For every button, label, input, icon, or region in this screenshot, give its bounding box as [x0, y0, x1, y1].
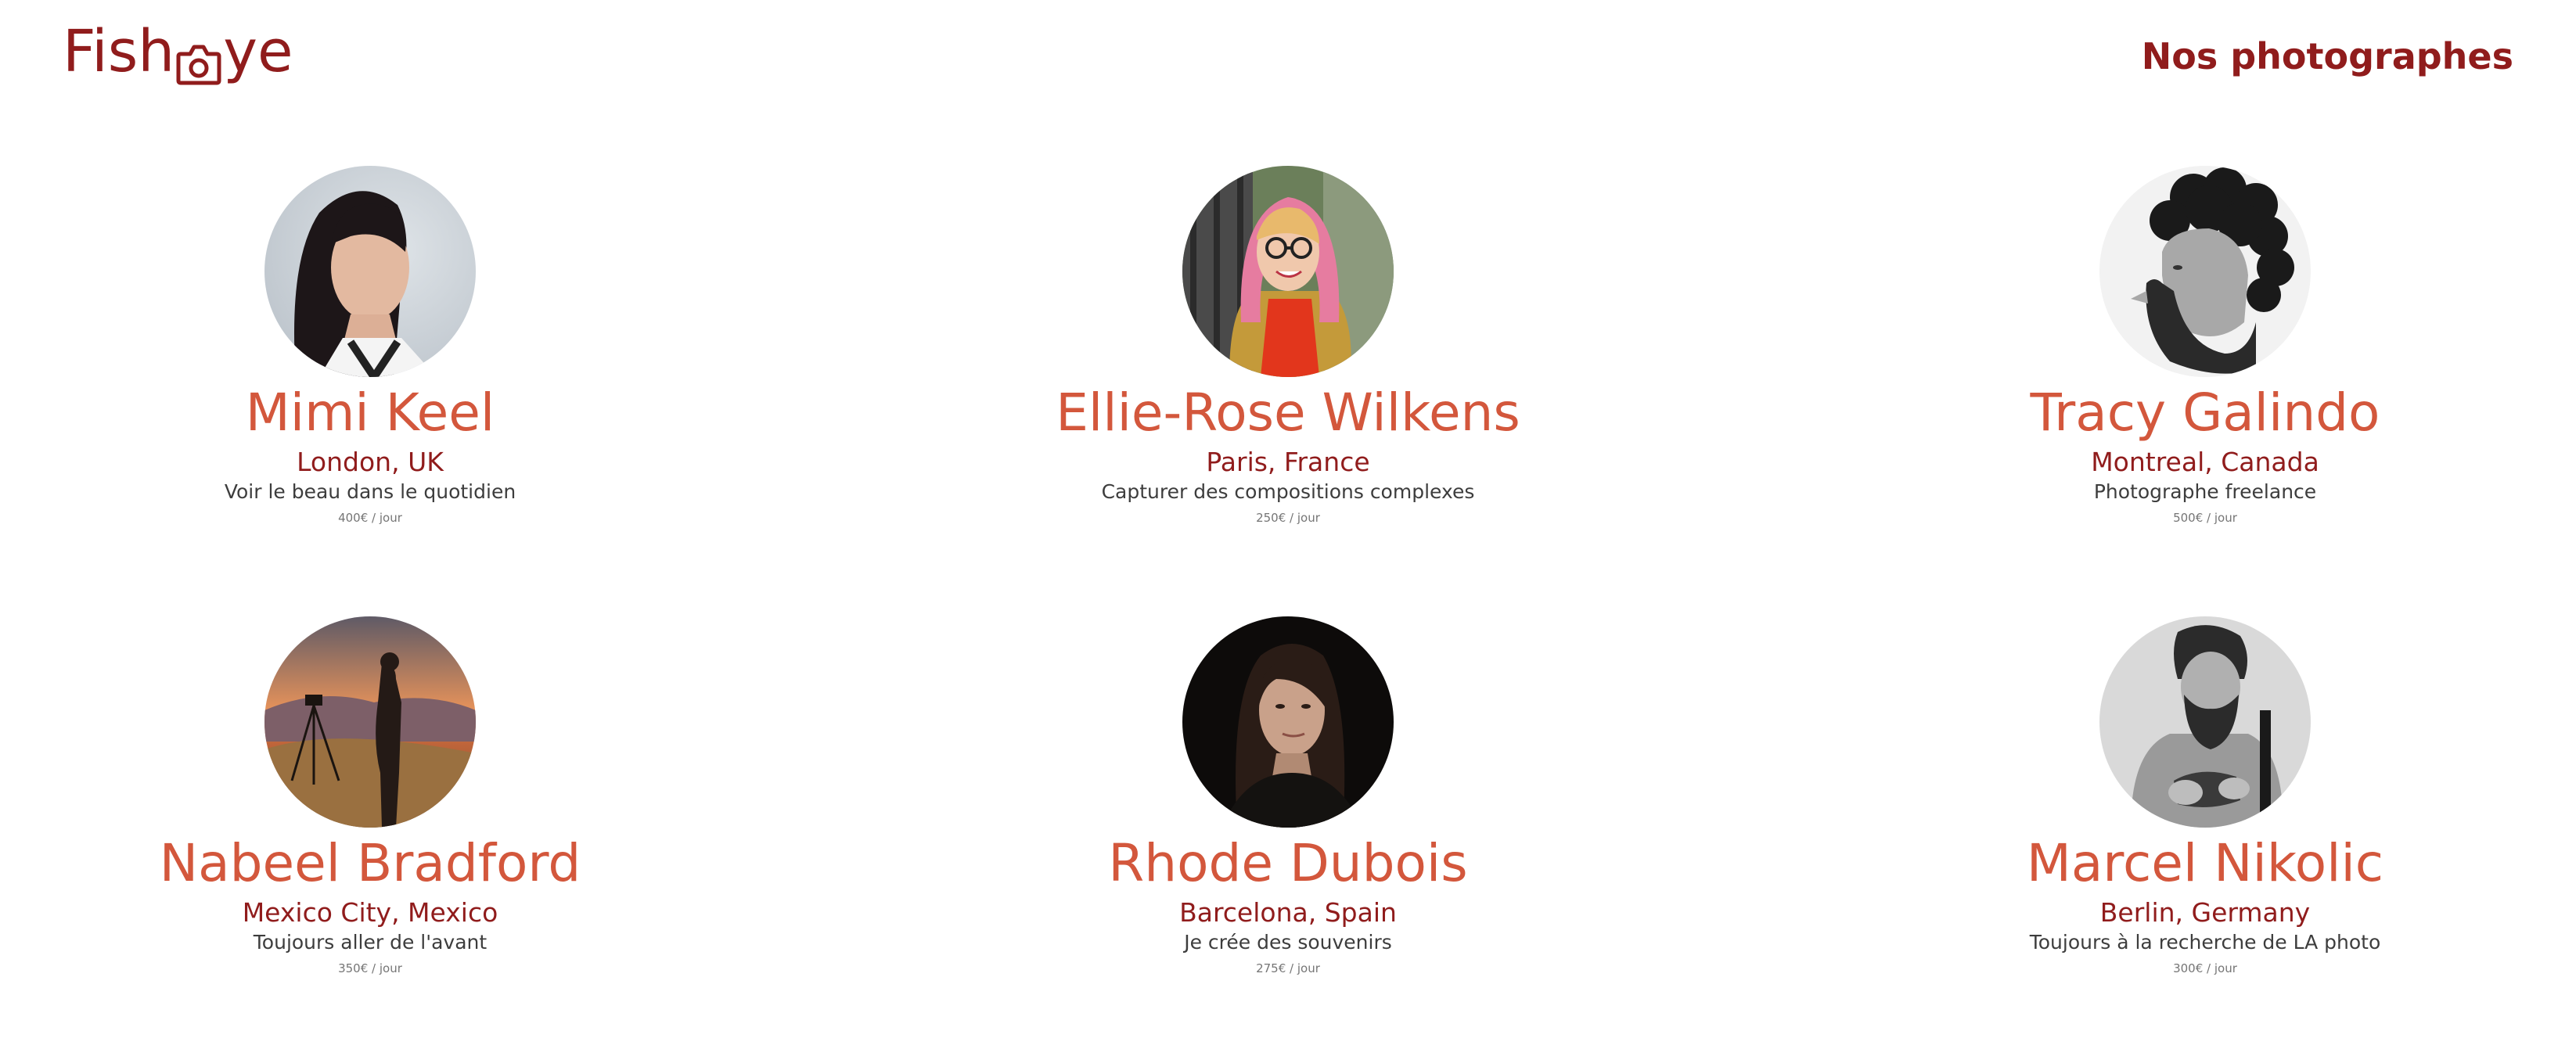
photographer-name: Marcel Nikolic [2026, 833, 2384, 893]
photographer-card-marcel-nikolic[interactable]: Marcel Nikolic Berlin, Germany Toujours … [1853, 616, 2557, 978]
photographer-location: Barcelona, Spain [1179, 897, 1397, 928]
photographer-location: Mexico City, Mexico [242, 897, 498, 928]
photographer-tagline: Voir le beau dans le quotidien [224, 480, 516, 503]
photographer-name: Mimi Keel [245, 383, 495, 443]
photographer-price: 500€ / jour [2173, 511, 2237, 525]
photographer-name: Tracy Galindo [2030, 383, 2380, 443]
photographer-location: Berlin, Germany [2099, 897, 2311, 928]
photographer-name: Rhode Dubois [1108, 833, 1468, 893]
photographer-portrait [264, 616, 476, 828]
photographer-price: 400€ / jour [338, 511, 402, 525]
photographer-name: Ellie-Rose Wilkens [1056, 383, 1520, 443]
photographer-portrait [264, 166, 476, 377]
photographer-location: Montreal, Canada [2091, 447, 2319, 477]
photographer-card-mimi-keel[interactable]: Mimi Keel London, UK Voir le beau dans l… [18, 166, 722, 527]
photographer-price: 300€ / jour [2173, 961, 2237, 975]
photographer-location: Paris, France [1206, 447, 1370, 477]
photographer-tagline: Toujours à la recherche de LA photo [2029, 931, 2381, 954]
photographer-location: London, UK [297, 447, 444, 477]
photographer-portrait [2099, 166, 2311, 377]
photographer-price: 275€ / jour [1256, 961, 1320, 975]
photographers-grid: Mimi Keel London, UK Voir le beau dans l… [0, 0, 2576, 1056]
photographer-tagline: Capturer des compositions complexes [1101, 480, 1475, 503]
photographer-card-nabeel-bradford[interactable]: Nabeel Bradford Mexico City, Mexico Touj… [18, 616, 722, 978]
photographer-tagline: Je crée des souvenirs [1184, 931, 1392, 954]
photographer-name: Nabeel Bradford [159, 833, 581, 893]
photographer-card-tracy-galindo[interactable]: Tracy Galindo Montreal, Canada Photograp… [1853, 166, 2557, 527]
photographer-tagline: Photographe freelance [2093, 480, 2317, 503]
photographer-portrait [1182, 616, 1394, 828]
photographer-portrait [1182, 166, 1394, 377]
photographer-price: 250€ / jour [1256, 511, 1320, 525]
photographer-card-ellie-rose-wilkens[interactable]: Ellie-Rose Wilkens Paris, France Capture… [936, 166, 1640, 527]
photographer-tagline: Toujours aller de l'avant [253, 931, 487, 954]
photographer-price: 350€ / jour [338, 961, 402, 975]
photographer-card-rhode-dubois[interactable]: Rhode Dubois Barcelona, Spain Je crée de… [936, 616, 1640, 978]
photographer-portrait [2099, 616, 2311, 828]
